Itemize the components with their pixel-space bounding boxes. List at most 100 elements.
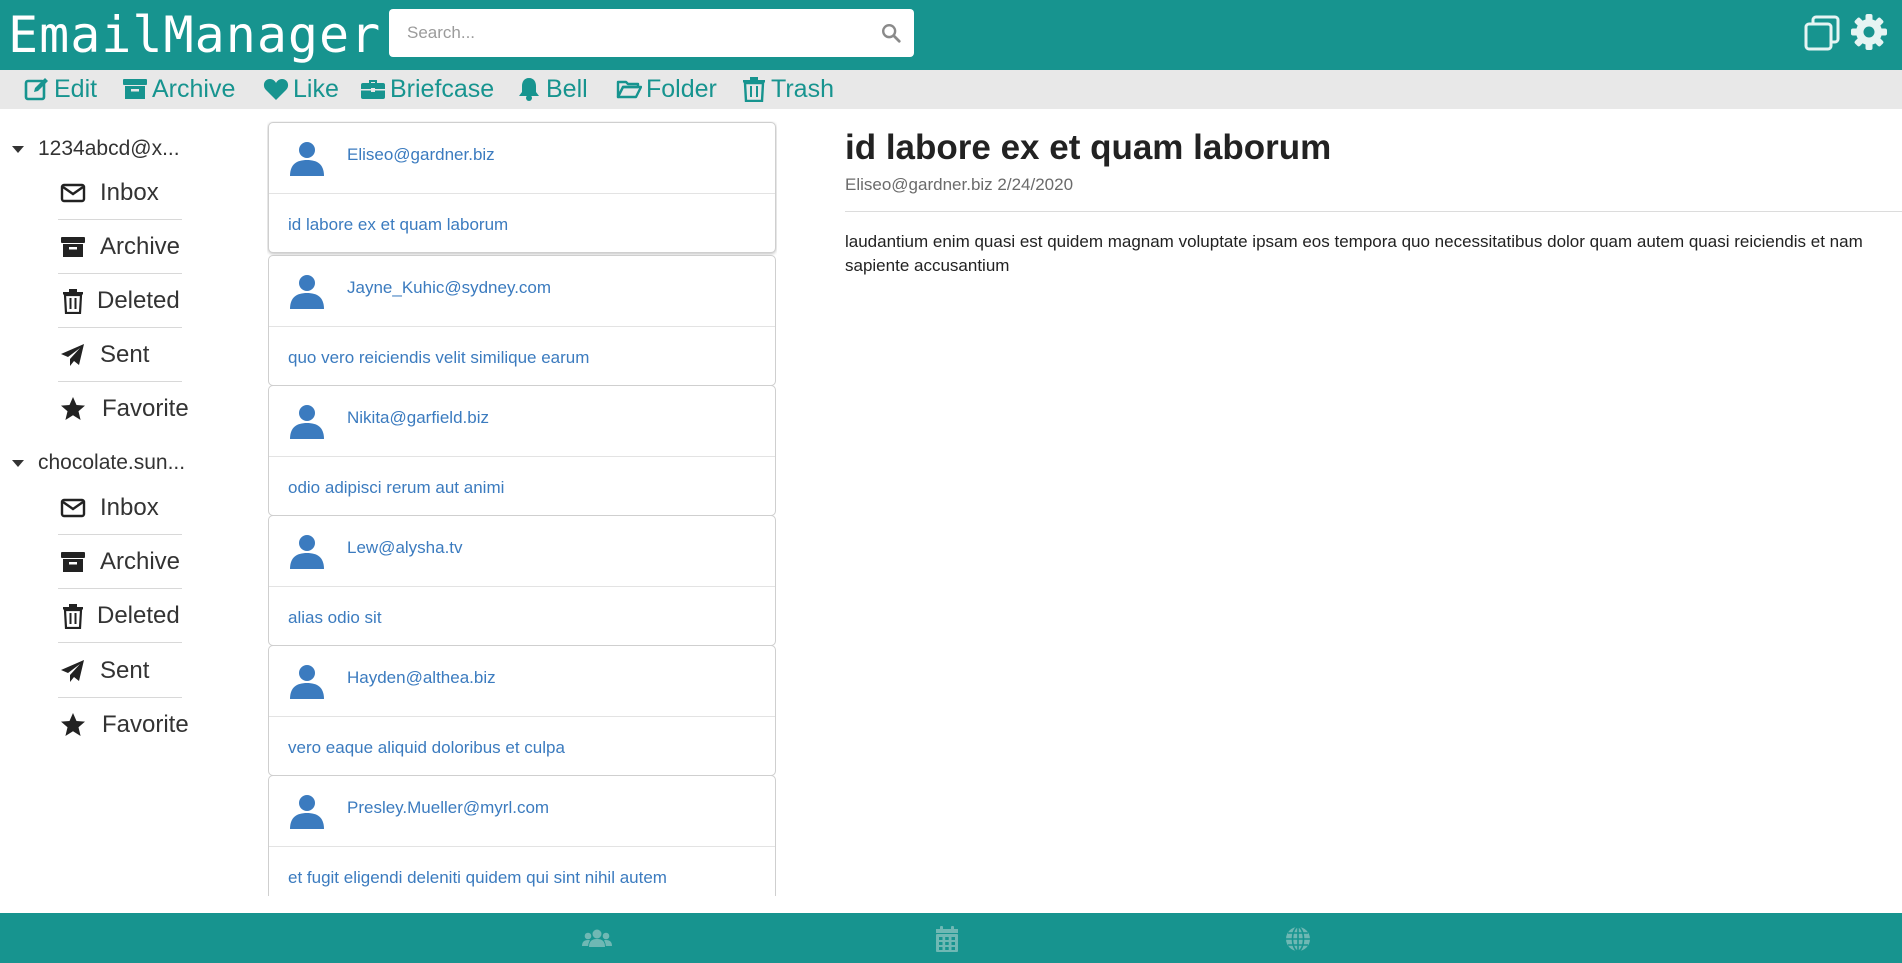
sidebar-item-inbox[interactable]: Inbox (58, 481, 182, 535)
sidebar-item-label: Sent (100, 340, 150, 368)
heart-icon (263, 79, 289, 100)
trash-icon (63, 288, 83, 314)
sidebar-item-label: Inbox (100, 493, 159, 521)
mail-item-header: Nikita@garfield.biz (269, 386, 775, 457)
account-toggle[interactable]: 1234abcd@x... (12, 134, 180, 164)
caret-down-icon (12, 459, 24, 467)
divider (845, 211, 1902, 212)
mail-subject: et fugit eligendi deleniti quidem qui si… (288, 868, 667, 887)
sidebar-item-label: Favorite (102, 395, 189, 422)
app-title: EmailManager (8, 6, 382, 64)
mail-item-header: Jayne_Kuhic@sydney.com (269, 256, 775, 327)
users-icon[interactable] (582, 925, 612, 953)
paper-plane-icon (61, 659, 84, 682)
archive-label: Archive (152, 74, 236, 103)
trash-icon (63, 603, 83, 629)
account-toggle[interactable]: chocolate.sun... (12, 448, 185, 478)
account-name: chocolate.sun... (38, 451, 186, 474)
mail-item-header: Hayden@althea.biz (269, 646, 775, 717)
mail-item-header: Presley.Mueller@myrl.com (269, 776, 775, 847)
user-avatar-icon (290, 275, 324, 309)
archive-icon (123, 79, 147, 99)
mail-item[interactable]: Lew@alysha.tv alias odio sit (268, 515, 776, 646)
bell-button[interactable]: Bell (516, 73, 588, 105)
mail-item[interactable]: Hayden@althea.biz vero eaque aliquid dol… (268, 645, 776, 776)
folder-button[interactable]: Folder (616, 73, 717, 105)
like-button[interactable]: Like (263, 73, 339, 105)
mail-list: Eliseo@gardner.biz id labore ex et quam … (267, 121, 777, 896)
briefcase-icon (361, 80, 385, 99)
mail-item[interactable]: Nikita@garfield.biz odio adipisci rerum … (268, 385, 776, 516)
mail-from: Lew@alysha.tv (347, 538, 463, 557)
sidebar-item-label: Sent (100, 656, 150, 684)
briefcase-button[interactable]: Briefcase (360, 73, 494, 105)
sidebar-item-archive[interactable]: Archive (58, 220, 182, 274)
user-avatar-icon (290, 405, 324, 439)
globe-icon[interactable] (1283, 925, 1313, 953)
message-subject: id labore ex et quam laborum (845, 128, 1332, 167)
window-restore-icon[interactable] (1803, 14, 1841, 52)
mail-item-header: Eliseo@gardner.biz (269, 123, 775, 194)
account-name: 1234abcd@x... (38, 137, 180, 160)
edit-label: Edit (54, 74, 98, 103)
mail-subject: id labore ex et quam laborum (288, 215, 509, 234)
sidebar-item-sent[interactable]: Sent (58, 644, 182, 698)
sidebar-item-label: Inbox (100, 178, 159, 206)
sidebar-item-inbox[interactable]: Inbox (58, 166, 182, 220)
envelope-icon (60, 498, 86, 517)
star-icon (61, 397, 85, 420)
archive-icon (61, 551, 85, 572)
search-box[interactable] (389, 9, 914, 57)
mail-from: Nikita@garfield.biz (347, 408, 489, 427)
user-avatar-icon (290, 142, 324, 176)
user-avatar-icon (290, 665, 324, 699)
sidebar-item-deleted[interactable]: Deleted (58, 589, 182, 643)
bell-label: Bell (546, 74, 588, 103)
sidebar-item-deleted[interactable]: Deleted (58, 274, 182, 328)
mail-item[interactable]: Presley.Mueller@myrl.com et fugit eligen… (268, 775, 776, 896)
folder-icon (616, 80, 642, 99)
footer-nav (0, 913, 1902, 963)
paper-plane-icon (61, 343, 84, 366)
mail-from: Hayden@althea.biz (347, 668, 496, 687)
search-input[interactable] (389, 9, 859, 57)
message-meta: Eliseo@gardner.biz 2/24/2020 (845, 175, 1074, 194)
star-icon (61, 713, 85, 736)
mail-item[interactable]: Eliseo@gardner.biz id labore ex et quam … (268, 122, 776, 253)
sidebar-item-favorite[interactable]: Favorite (58, 698, 189, 752)
app-header: EmailManager (0, 0, 1902, 70)
bell-icon (519, 78, 539, 101)
sidebar-item-label: Deleted (97, 601, 180, 629)
trash-icon (743, 77, 765, 102)
mail-from: Jayne_Kuhic@sydney.com (347, 278, 552, 297)
mail-subject: vero eaque aliquid doloribus et culpa (288, 738, 565, 757)
envelope-icon (60, 183, 86, 202)
user-avatar-icon (290, 535, 324, 569)
mail-subject: alias odio sit (288, 608, 382, 627)
sidebar-item-label: Favorite (102, 711, 189, 738)
sidebar-item-label: Archive (100, 232, 181, 260)
mail-from: Presley.Mueller@myrl.com (347, 798, 550, 817)
edit-icon (24, 78, 48, 101)
trash-button[interactable]: Trash (741, 73, 834, 105)
toolbar: Edit Archive Like Briefcase Bell Folder … (0, 70, 1902, 109)
sidebar-item-favorite[interactable]: Favorite (58, 382, 189, 436)
user-avatar-icon (290, 795, 324, 829)
archive-button[interactable]: Archive (122, 73, 235, 105)
mail-from: Eliseo@gardner.biz (347, 145, 495, 164)
sidebar-item-label: Deleted (97, 286, 180, 314)
briefcase-label: Briefcase (390, 74, 495, 103)
calendar-icon[interactable] (934, 925, 964, 953)
message-body: laudantium enim quasi est quidem magnam … (845, 232, 1863, 275)
folder-label: Folder (646, 74, 717, 103)
sidebar-item-archive[interactable]: Archive (58, 535, 182, 589)
gear-icon[interactable] (1849, 12, 1889, 52)
sidebar-item-sent[interactable]: Sent (58, 328, 182, 382)
archive-icon (61, 236, 85, 257)
mail-item[interactable]: Jayne_Kuhic@sydney.com quo vero reiciend… (268, 255, 776, 386)
trash-label: Trash (771, 74, 834, 103)
search-icon[interactable] (880, 22, 902, 44)
sidebar-item-label: Archive (100, 547, 181, 575)
mail-subject: quo vero reiciendis velit similique earu… (288, 348, 590, 367)
edit-button[interactable]: Edit (24, 73, 97, 105)
